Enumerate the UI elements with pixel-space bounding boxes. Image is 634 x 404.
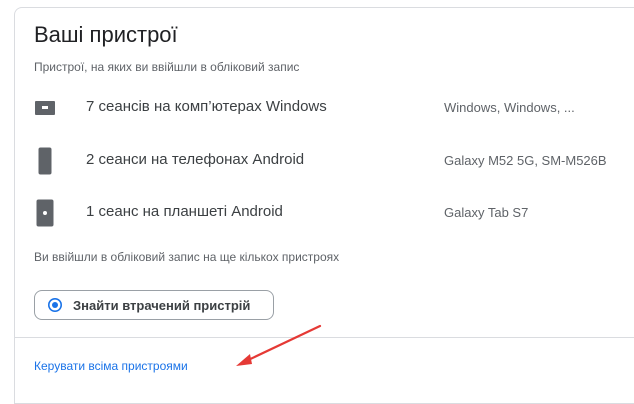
annotation-arrow xyxy=(236,324,322,366)
